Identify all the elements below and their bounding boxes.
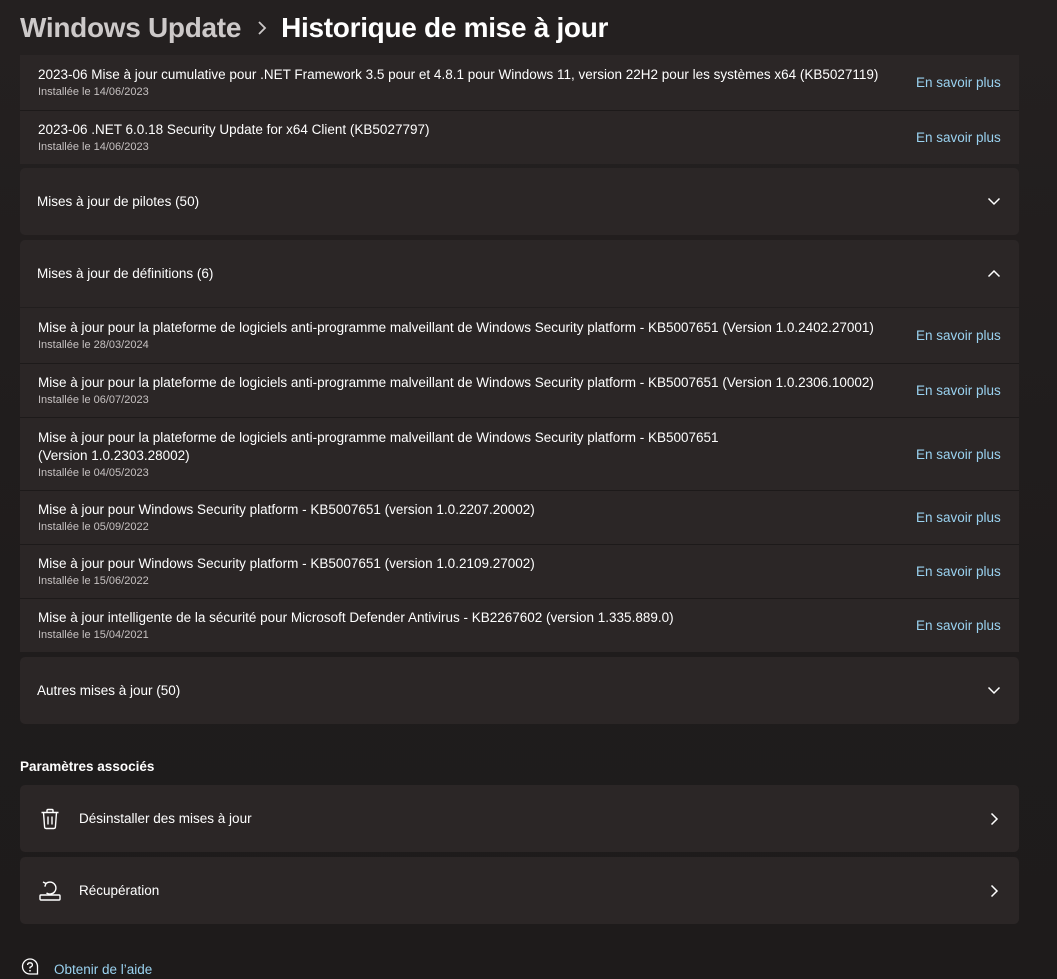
update-row: Mise à jour pour la plateforme de logici… (20, 363, 1019, 417)
update-title: Mise à jour pour la plateforme de logici… (38, 375, 874, 390)
learn-more-link[interactable]: En savoir plus (916, 564, 1019, 579)
chevron-right-icon (969, 884, 1019, 898)
update-row: 2023-06 Mise à jour cumulative pour .NET… (20, 55, 1019, 110)
update-title: Mise à jour pour la plateforme de logici… (38, 320, 874, 335)
learn-more-link[interactable]: En savoir plus (916, 328, 1019, 343)
trash-icon (20, 808, 79, 830)
section-definition-updates[interactable]: Mises à jour de définitions (6) (20, 240, 1019, 307)
get-help-link[interactable]: Obtenir de l’aide (20, 957, 152, 979)
recovery-icon (20, 880, 79, 902)
update-row: 2023-06 .NET 6.0.18 Security Update for … (20, 110, 1019, 164)
update-title: 2023-06 Mise à jour cumulative pour .NET… (38, 67, 879, 82)
help-label: Obtenir de l’aide (54, 962, 153, 977)
breadcrumb-windows-update[interactable]: Windows Update (20, 12, 241, 44)
update-row: Mise à jour pour la plateforme de logici… (20, 308, 1019, 363)
learn-more-link[interactable]: En savoir plus (916, 618, 1019, 633)
setting-label: Désinstaller des mises à jour (79, 811, 252, 826)
breadcrumb: Windows Update Historique de mise à jour (20, 8, 608, 48)
learn-more-link[interactable]: En savoir plus (916, 130, 1019, 145)
chevron-down-icon (969, 197, 1019, 206)
chevron-down-icon (969, 686, 1019, 695)
update-list-top: 2023-06 Mise à jour cumulative pour .NET… (20, 55, 1019, 164)
update-title-continued: (Version 1.0.2303.28002) (38, 447, 190, 463)
update-title: Mise à jour pour Windows Security platfo… (38, 502, 535, 517)
update-install-date: Installée le 04/05/2023 (38, 466, 149, 479)
definition-update-list: Mise à jour pour la plateforme de logici… (20, 308, 1019, 652)
update-install-date: Installée le 28/03/2024 (38, 339, 149, 351)
update-history-page: Windows Update Historique de mise à jour… (0, 0, 1057, 979)
update-title: Mise à jour pour la plateforme de logici… (38, 429, 719, 445)
learn-more-link[interactable]: En savoir plus (916, 447, 1019, 462)
chevron-right-icon (257, 21, 267, 35)
update-title: Mise à jour intelligente de la sécurité … (38, 610, 674, 625)
update-install-date: Installée le 15/06/2022 (38, 575, 149, 587)
update-install-date: Installée le 14/06/2023 (38, 86, 149, 98)
section-label: Autres mises à jour (50) (37, 683, 181, 698)
chevron-right-icon (969, 812, 1019, 826)
update-title: 2023-06 .NET 6.0.18 Security Update for … (38, 122, 430, 137)
learn-more-link[interactable]: En savoir plus (916, 75, 1019, 90)
update-row: Mise à jour intelligente de la sécurité … (20, 598, 1019, 652)
related-settings-title: Paramètres associés (20, 759, 155, 774)
help-icon (20, 957, 40, 979)
section-other-updates[interactable]: Autres mises à jour (50) (20, 657, 1019, 724)
learn-more-link[interactable]: En savoir plus (916, 383, 1019, 398)
chevron-up-icon (969, 269, 1019, 278)
update-install-date: Installée le 06/07/2023 (38, 394, 149, 406)
update-install-date: Installée le 14/06/2023 (38, 141, 149, 153)
learn-more-link[interactable]: En savoir plus (916, 510, 1019, 525)
section-label: Mises à jour de pilotes (50) (37, 194, 200, 209)
section-driver-updates[interactable]: Mises à jour de pilotes (50) (20, 168, 1019, 235)
update-install-date: Installée le 05/09/2022 (38, 521, 149, 533)
update-row: Mise à jour pour Windows Security platfo… (20, 490, 1019, 544)
uninstall-updates-button[interactable]: Désinstaller des mises à jour (20, 785, 1019, 852)
section-label: Mises à jour de définitions (6) (37, 266, 214, 281)
update-row: Mise à jour pour la plateforme de logici… (20, 417, 1019, 490)
page-title: Historique de mise à jour (281, 12, 609, 43)
update-title: Mise à jour pour Windows Security platfo… (38, 556, 535, 571)
update-install-date: Installée le 15/04/2021 (38, 629, 149, 641)
update-row: Mise à jour pour Windows Security platfo… (20, 544, 1019, 598)
setting-label: Récupération (79, 883, 160, 898)
recovery-button[interactable]: Récupération (20, 857, 1019, 924)
